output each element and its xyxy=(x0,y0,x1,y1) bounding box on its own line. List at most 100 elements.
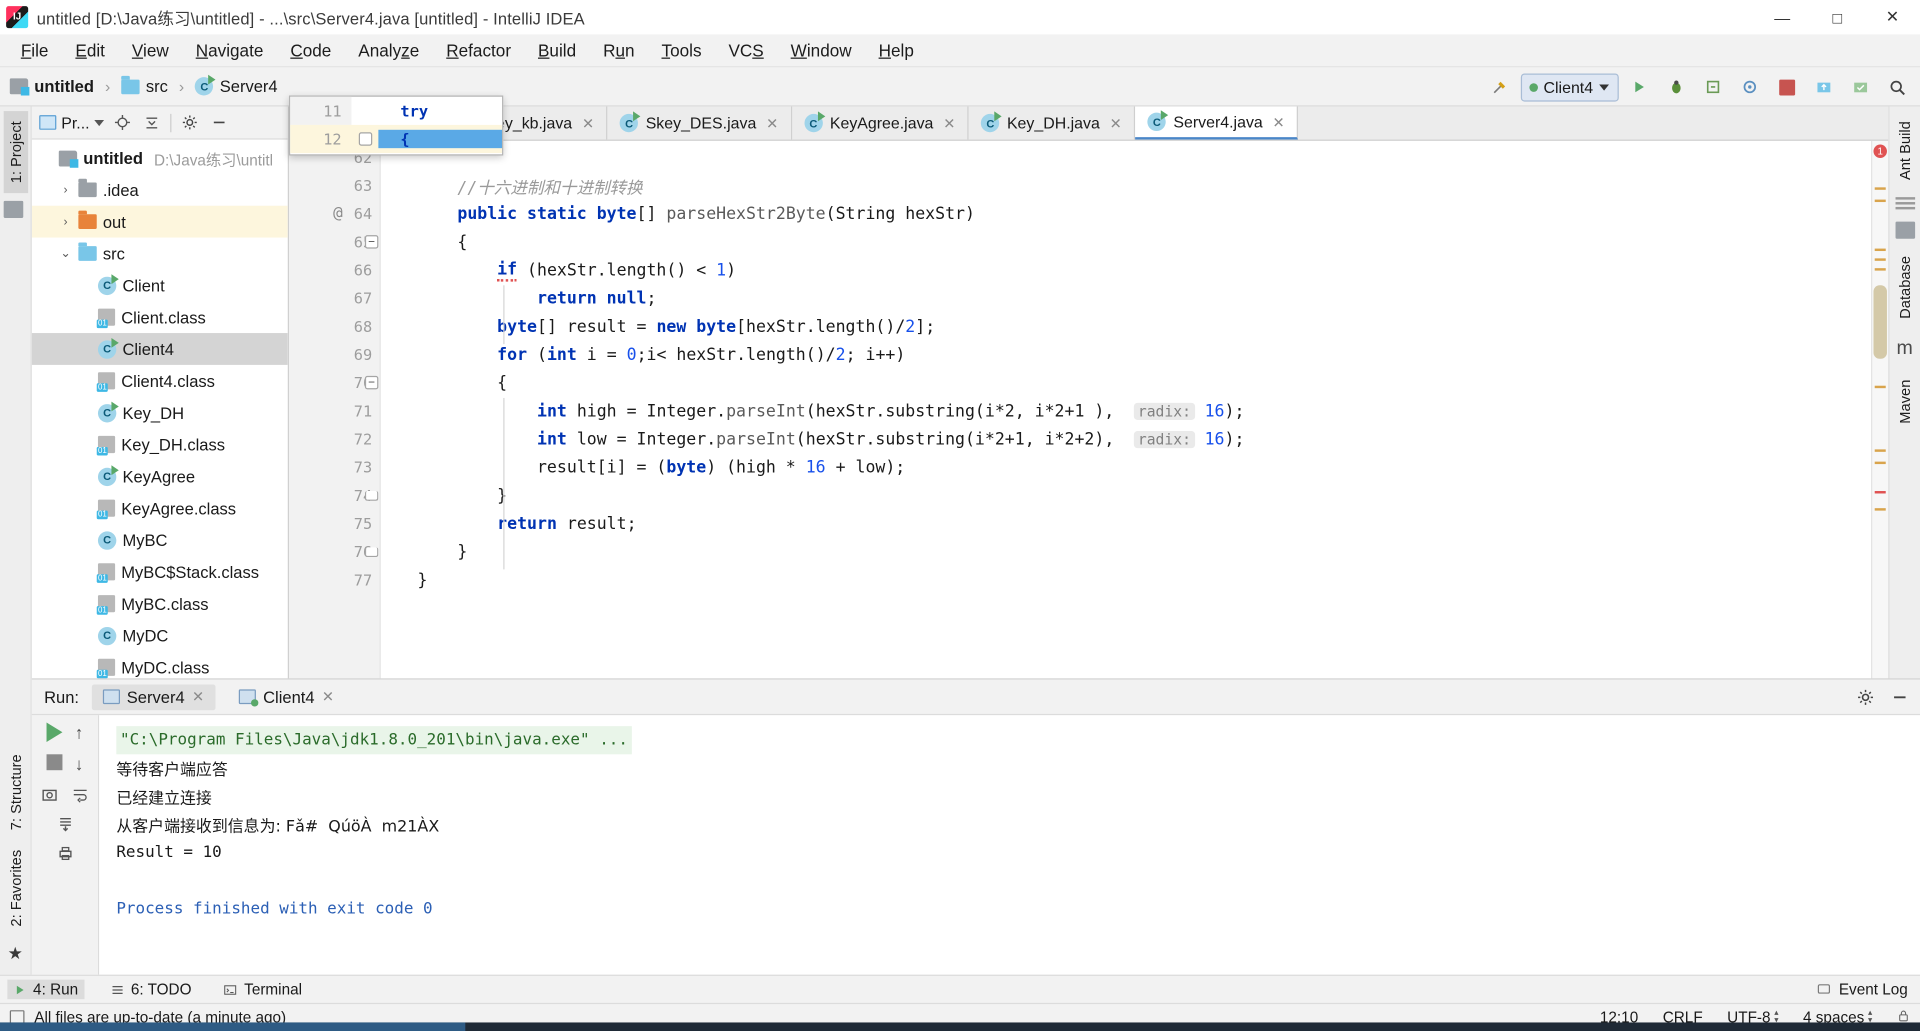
soft-wrap-button[interactable] xyxy=(71,786,89,803)
chevron-right-icon[interactable]: › xyxy=(59,215,72,228)
menu-file[interactable]: FFileile xyxy=(7,37,62,64)
sidebar-tab-ant-build[interactable]: Ant Build xyxy=(1892,111,1916,189)
tree-node-keyagree[interactable]: C KeyAgree xyxy=(32,460,288,492)
code-line-75[interactable]: return result; xyxy=(381,509,1871,537)
locate-target-icon[interactable] xyxy=(112,111,134,133)
gutter-line-77[interactable]: 77 xyxy=(289,566,380,594)
code-line-63[interactable]: //十六进制和十进制转换 xyxy=(381,171,1871,199)
gutter-line-73[interactable]: 73 xyxy=(289,453,380,481)
stop-icon[interactable] xyxy=(1771,72,1803,101)
warning-marker[interactable] xyxy=(1874,268,1886,271)
popup-code-line-12[interactable]: 12 { xyxy=(290,124,503,154)
code-line-70[interactable]: { xyxy=(381,369,1871,397)
sidebar-tab-maven[interactable]: Maven xyxy=(1892,370,1916,434)
scroll-down-button[interactable]: ↓ xyxy=(75,754,84,774)
tree-node-untitled[interactable]: untitled D:\Java练习\untitl xyxy=(32,142,288,174)
build-hammer-icon[interactable] xyxy=(1484,72,1516,101)
warning-marker[interactable] xyxy=(1874,385,1886,389)
menu-navigate[interactable]: Navigate xyxy=(182,37,277,64)
gutter-line-63[interactable]: 63 xyxy=(289,171,380,199)
close-icon[interactable]: ✕ xyxy=(943,114,955,131)
gutter-line-74[interactable]: 74 xyxy=(289,481,380,509)
minimize-button[interactable]: — xyxy=(1755,0,1810,34)
code-line-69[interactable]: for (int i = 0 ;i< hexStr.length()/2; i++… xyxy=(381,340,1871,368)
scroll-to-end-button[interactable] xyxy=(56,816,74,833)
menu-code[interactable]: Code xyxy=(277,37,345,64)
code-line-73[interactable]: result[i] = (byte) (high * 16 + low); xyxy=(381,453,1871,481)
menu-help[interactable]: Help xyxy=(865,37,927,64)
settings-gear-icon[interactable] xyxy=(1854,686,1876,708)
tree-node-out[interactable]: › out xyxy=(31,205,288,238)
run-tab-server4[interactable]: Server4 ✕ xyxy=(91,683,216,710)
collapse-all-icon[interactable] xyxy=(141,111,163,133)
menu-vcs[interactable]: VCS xyxy=(715,37,777,64)
profile-icon[interactable] xyxy=(1734,72,1766,101)
search-everywhere-icon[interactable] xyxy=(1881,72,1913,101)
code-line-74[interactable]: } xyxy=(381,481,1871,509)
code-line-67[interactable]: return null; xyxy=(381,284,1871,312)
override-marker-icon[interactable]: @ xyxy=(333,204,343,222)
favorites-star-icon[interactable]: ★ xyxy=(8,943,23,964)
code-fold-end-icon[interactable] xyxy=(364,490,379,501)
editor-scrollbar-thumb[interactable] xyxy=(1873,285,1887,359)
gutter-line-67[interactable]: 67 xyxy=(289,284,380,312)
code-line-68[interactable]: byte[] result = new byte [hexStr.length()… xyxy=(381,312,1871,340)
bottom-tab-run[interactable]: 4: Run xyxy=(7,979,85,1000)
code-line-64[interactable]: public static byte[] parseHexStr2Byte (St… xyxy=(381,200,1871,228)
code-fold-end-icon[interactable] xyxy=(364,546,379,557)
code-line-66[interactable]: if (hexStr.length() < 1) xyxy=(381,256,1871,284)
code-preview-popup[interactable]: 11 try 12 { xyxy=(288,95,504,156)
warning-marker[interactable] xyxy=(1874,449,1886,452)
menu-tools[interactable]: Tools xyxy=(648,37,715,64)
gutter-line-70[interactable]: 70− xyxy=(289,369,380,397)
sidebar-tab-database[interactable]: Database xyxy=(1892,246,1916,329)
code-fold-collapse-icon[interactable]: − xyxy=(364,235,379,249)
commit-icon[interactable] xyxy=(1844,72,1876,101)
settings-gear-icon[interactable] xyxy=(179,111,201,133)
bottom-tab-todo[interactable]: 6: TODO xyxy=(104,980,198,1000)
menu-refactor[interactable]: Refactor xyxy=(433,37,525,64)
code-line-65[interactable]: { xyxy=(381,228,1871,256)
chevron-right-icon[interactable]: › xyxy=(59,183,72,196)
warning-marker[interactable] xyxy=(1874,187,1886,190)
editor-tab-skey_des-java[interactable]: C Skey_DES.java ✕ xyxy=(607,106,792,140)
hide-panel-icon[interactable] xyxy=(1888,686,1910,708)
warning-marker[interactable] xyxy=(1874,199,1886,203)
gutter-line-64[interactable]: 64 @ xyxy=(289,200,380,228)
editor-tab-key_dh-java[interactable]: C Key_DH.java ✕ xyxy=(968,106,1136,140)
maximize-button[interactable]: □ xyxy=(1810,0,1865,34)
gutter-line-72[interactable]: 72 xyxy=(289,425,380,453)
warning-marker[interactable] xyxy=(1874,258,1886,261)
breadcrumb-item-untitled[interactable]: untitled xyxy=(34,77,94,95)
close-icon[interactable]: ✕ xyxy=(1273,113,1285,130)
sidebar-tab-project[interactable]: 1: Project xyxy=(3,111,28,194)
code-fold-collapse-icon[interactable]: − xyxy=(364,375,379,390)
gutter-line-66[interactable]: 66 xyxy=(289,256,380,284)
warning-marker[interactable] xyxy=(1874,248,1886,252)
debug-icon[interactable] xyxy=(1660,72,1692,101)
console-line[interactable]: Process finished with exit code 0 xyxy=(116,895,1920,923)
breadcrumb-item-src[interactable]: src xyxy=(146,77,168,95)
breadcrumb-item-server4[interactable]: Server4 xyxy=(220,77,278,95)
screenshot-button[interactable] xyxy=(40,786,58,803)
print-button[interactable] xyxy=(56,845,74,862)
menu-edit[interactable]: Edit xyxy=(62,37,118,64)
tree-node-client4-class[interactable]: Client4.class xyxy=(32,365,288,397)
tree-node-mybc[interactable]: C MyBC xyxy=(32,524,288,556)
warning-marker[interactable] xyxy=(1874,508,1886,511)
close-icon[interactable]: ✕ xyxy=(322,688,334,705)
gutter-line-71[interactable]: 71 xyxy=(289,397,380,425)
editor-tab-keyagree-java[interactable]: C KeyAgree.java ✕ xyxy=(791,106,969,140)
popup-fold-icon[interactable] xyxy=(351,132,378,146)
close-button[interactable]: ✕ xyxy=(1865,0,1920,34)
popup-code-line-11[interactable]: 11 try xyxy=(290,96,502,125)
stop-button[interactable] xyxy=(46,754,63,771)
code-line-77[interactable]: } xyxy=(381,566,1871,594)
editor-tab-server4-java[interactable]: C Server4.java ✕ xyxy=(1135,106,1299,140)
tree-node-keyagree-class[interactable]: KeyAgree.class xyxy=(32,492,288,524)
gutter-line-68[interactable]: 68 xyxy=(289,312,380,340)
menu-analyze[interactable]: Analyze xyxy=(345,37,433,64)
code-line-76[interactable]: } xyxy=(381,538,1871,566)
gutter-line-76[interactable]: 76 xyxy=(289,538,380,566)
tree-node-client[interactable]: C Client xyxy=(32,269,288,301)
